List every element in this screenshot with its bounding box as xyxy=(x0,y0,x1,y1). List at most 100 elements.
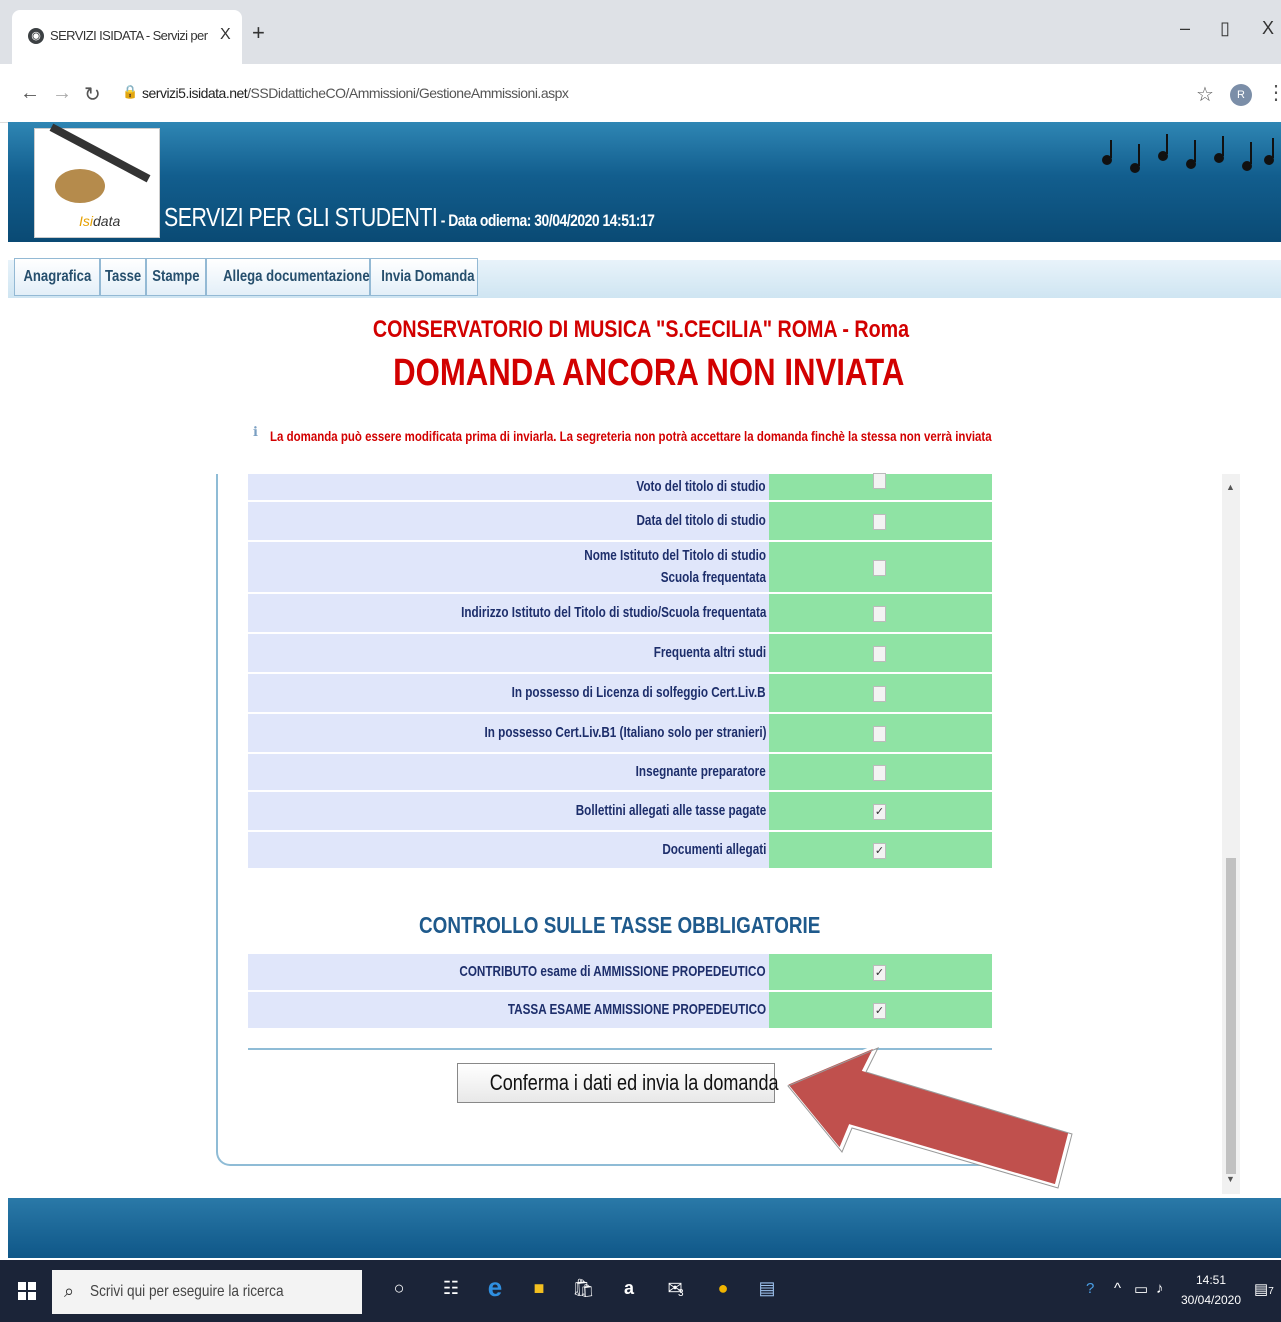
store-icon[interactable]: 🛍 xyxy=(572,1278,595,1302)
scroll-thumb[interactable] xyxy=(1226,858,1236,1174)
taskbar-search[interactable]: ⌕ Scrivi qui per eseguire la ricerca xyxy=(52,1270,362,1314)
tab-tasse[interactable]: Tasse xyxy=(100,258,146,296)
check-row: In possesso di Licenza di solfeggio Cert… xyxy=(248,674,992,714)
forward-arrow-icon[interactable]: → xyxy=(52,82,72,105)
check-cell xyxy=(769,714,992,752)
check-row-label-text: Insegnante preparatore xyxy=(635,763,766,780)
check-row: Documenti allegati ✓ xyxy=(248,832,992,870)
globe-icon: ◉ xyxy=(28,28,44,44)
browser-tab[interactable]: ◉ SERVIZI ISIDATA - Servizi per gli s X xyxy=(12,10,242,64)
check-row-label: In possesso di Licenza di solfeggio Cert… xyxy=(440,674,766,712)
browser-titlebar: ◉ SERVIZI ISIDATA - Servizi per gli s X … xyxy=(0,0,1281,64)
tax-row: TASSA ESAME AMMISSIONE PROPEDEUTICO ✓ xyxy=(248,992,992,1030)
edge-icon[interactable]: e xyxy=(484,1272,506,1302)
music-notes-decoration xyxy=(1102,134,1274,173)
network-icon[interactable]: ▭ xyxy=(1134,1280,1148,1298)
scroll-up-icon[interactable]: ▲ xyxy=(1226,482,1235,492)
lock-icon[interactable]: 🔒 xyxy=(122,84,138,100)
checkbox xyxy=(873,514,886,530)
tab-label: Anagrafica xyxy=(23,268,91,285)
windows-taskbar: ⌕ Scrivi qui per eseguire la ricerca ○ ☷… xyxy=(0,1260,1281,1322)
mail-icon[interactable]: ✉ 3 xyxy=(664,1278,686,1302)
logo-brand: Isidata xyxy=(79,213,120,229)
new-tab-button[interactable]: + xyxy=(252,20,265,46)
tax-row-label-text: TASSA ESAME AMMISSIONE PROPEDEUTICO xyxy=(507,1001,766,1018)
amazon-icon[interactable]: a xyxy=(618,1278,640,1302)
site-title: SERVIZI PER GLI STUDENTI - Data odierna:… xyxy=(164,202,655,233)
notifications-icon[interactable]: ▤7 xyxy=(1254,1280,1274,1298)
url-host: servizi5.isidata.net xyxy=(142,85,248,101)
check-cell: ✓ xyxy=(769,832,992,868)
bookmark-star-icon[interactable]: ☆ xyxy=(1196,82,1214,107)
maximize-button[interactable]: ▯ xyxy=(1220,18,1230,39)
check-row: Frequenta altri studi xyxy=(248,634,992,674)
chrome-icon[interactable]: ● xyxy=(712,1278,734,1302)
check-cell xyxy=(769,542,992,592)
red-arrow-annotation xyxy=(783,1043,1073,1189)
document-app-icon[interactable]: ▤ xyxy=(756,1278,778,1302)
check-row-label-text: Frequenta altri studi xyxy=(653,644,766,661)
check-row-label: Data del titolo di studio xyxy=(600,502,766,540)
cortana-icon[interactable]: ○ xyxy=(388,1278,410,1302)
check-row-label-text: Scuola frequentata xyxy=(660,569,766,586)
check-row: Indirizzo Istituto del Titolo di studio/… xyxy=(248,594,992,634)
checkbox xyxy=(873,473,886,489)
checkbox xyxy=(873,686,886,702)
check-cell xyxy=(769,634,992,672)
confirm-submit-label: Conferma i dati ed invia la domanda xyxy=(489,1070,779,1095)
logo-brand-suffix: data xyxy=(93,213,121,229)
checkbox-checked: ✓ xyxy=(873,843,886,859)
check-row: Voto del titolo di studio xyxy=(248,473,992,502)
back-arrow-icon[interactable]: ← xyxy=(20,82,40,105)
system-clock[interactable]: 14:51 30/04/2020 xyxy=(1178,1270,1244,1310)
close-window-button[interactable]: X xyxy=(1262,18,1274,39)
check-row-label: Documenti allegati xyxy=(633,832,766,868)
checkbox xyxy=(873,726,886,742)
check-row-label-text: Nome Istituto del Titolo di studio xyxy=(584,547,766,564)
address-bar: ← → ↻ 🔒 servizi5.isidata.net/SSDidattich… xyxy=(0,64,1281,123)
tab-invia-domanda[interactable]: Invia Domanda xyxy=(370,258,478,296)
windows-start-icon[interactable] xyxy=(18,1282,36,1300)
url-field[interactable]: servizi5.isidata.net/SSDidatticheCO/Ammi… xyxy=(142,85,569,101)
url-path: /SSDidatticheCO/Ammissioni/GestioneAmmis… xyxy=(247,85,569,101)
help-icon[interactable]: ? xyxy=(1086,1280,1094,1297)
check-row: In possesso Cert.Liv.B1 (Italiano solo p… xyxy=(248,714,992,754)
tab-close-icon[interactable]: X xyxy=(220,26,231,44)
reload-icon[interactable]: ↻ xyxy=(84,82,101,107)
tray-chevron-icon[interactable]: ^ xyxy=(1114,1280,1121,1297)
tax-row-label: TASSA ESAME AMMISSIONE PROPEDEUTICO xyxy=(435,992,766,1028)
site-title-text: SERVIZI PER GLI STUDENTI xyxy=(164,202,438,232)
main-nav: Anagrafica Tasse Stampe Allega documenta… xyxy=(8,242,1281,299)
confirm-submit-button[interactable]: Conferma i dati ed invia la domanda xyxy=(457,1063,779,1103)
vertical-scrollbar[interactable]: ▲ ▼ xyxy=(1222,474,1240,1194)
clock-time: 14:51 xyxy=(1195,1273,1227,1287)
scroll-down-icon[interactable]: ▼ xyxy=(1226,1174,1235,1184)
tab-allega-documentazione[interactable]: Allega documentazione xyxy=(206,258,370,296)
check-row-label-text: Documenti allegati xyxy=(661,841,766,858)
minimize-button[interactable]: – xyxy=(1180,18,1190,39)
tab-stampe[interactable]: Stampe xyxy=(146,258,206,296)
check-row-label-text: In possesso Cert.Liv.B1 (Italiano solo p… xyxy=(484,724,766,741)
notification-count: 7 xyxy=(1268,1286,1274,1297)
check-cell: ✓ xyxy=(769,792,992,830)
volume-icon[interactable]: ♪ xyxy=(1156,1280,1164,1297)
tab-label: Allega documentazione xyxy=(223,268,370,285)
tab-label: Invia Domanda xyxy=(381,268,475,285)
tax-section-title-text: CONTROLLO SULLE TASSE OBBLIGATORIE xyxy=(419,912,821,938)
checkbox-checked: ✓ xyxy=(873,965,886,981)
logo-brand-prefix: Isi xyxy=(79,213,93,229)
current-date: - Data odierna: 30/04/2020 14:51:17 xyxy=(437,211,655,230)
file-explorer-icon[interactable]: ■ xyxy=(528,1278,550,1302)
tab-anagrafica[interactable]: Anagrafica xyxy=(14,258,100,296)
tax-section-title: CONTROLLO SULLE TASSE OBBLIGATORIE xyxy=(248,912,992,939)
profile-avatar[interactable]: R xyxy=(1230,84,1252,106)
tab-title: SERVIZI ISIDATA - Servizi per gli s xyxy=(50,28,210,43)
site-header: Isidata SERVIZI PER GLI STUDENTI - Data … xyxy=(8,122,1281,242)
task-view-icon[interactable]: ☷ xyxy=(440,1278,462,1302)
checkbox xyxy=(873,606,886,622)
check-cell xyxy=(769,502,992,540)
check-row-label: Indirizzo Istituto del Titolo di studio/… xyxy=(375,594,766,632)
browser-menu-icon[interactable]: ⋮ xyxy=(1266,80,1281,105)
check-row-label: Voto del titolo di studio xyxy=(600,474,766,500)
check-row: Data del titolo di studio xyxy=(248,502,992,542)
